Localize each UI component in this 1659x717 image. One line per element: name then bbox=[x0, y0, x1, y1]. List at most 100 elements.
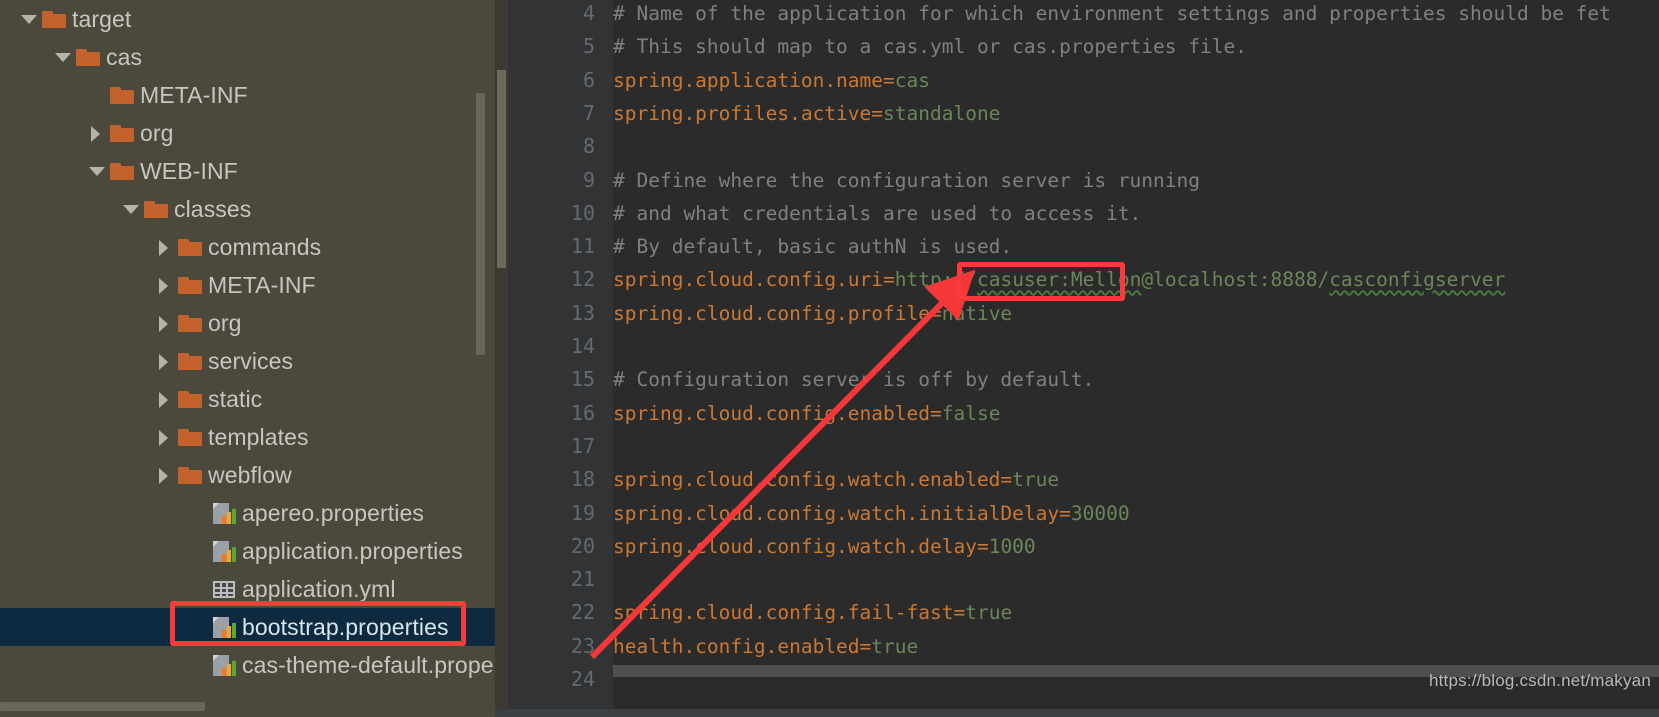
chevron-right-icon[interactable] bbox=[154, 342, 176, 380]
file-tree-item[interactable]: cas-theme-default.proper bbox=[0, 646, 495, 684]
twisty-spacer bbox=[86, 76, 108, 114]
line-text[interactable]: spring.application.name=cas bbox=[613, 64, 930, 97]
line-number: 23 bbox=[570, 633, 595, 658]
code-editor[interactable]: 4 # Name of the application for which env… bbox=[495, 0, 1659, 717]
file-tree-horizontal-scrollbar[interactable] bbox=[0, 702, 205, 711]
code-token-key: spring.cloud.config.uri bbox=[613, 268, 884, 292]
file-tree-item[interactable]: classes bbox=[0, 190, 495, 228]
file-tree-item[interactable]: META-INF bbox=[0, 266, 495, 304]
project-file-tree[interactable]: target cas META-INF org WEB-INF classes comman… bbox=[0, 0, 495, 717]
code-line[interactable]: 23 health.config.enabled=true bbox=[495, 630, 1659, 663]
file-tree-item[interactable]: webflow bbox=[0, 456, 495, 494]
code-line[interactable]: 4 # Name of the application for which env… bbox=[495, 0, 1659, 30]
line-number: 12 bbox=[570, 267, 595, 292]
line-number: 8 bbox=[582, 134, 595, 159]
line-number: 11 bbox=[570, 234, 595, 259]
chevron-right-icon[interactable] bbox=[154, 418, 176, 456]
code-line[interactable]: 7 spring.profiles.active=standalone bbox=[495, 97, 1659, 130]
line-number: 14 bbox=[570, 334, 595, 358]
code-token-eq: = bbox=[883, 68, 895, 92]
code-line[interactable]: 17 bbox=[495, 430, 1659, 463]
file-tree-item-label: static bbox=[208, 385, 263, 412]
file-tree-item[interactable]: WEB-INF bbox=[0, 152, 495, 190]
code-line[interactable]: 18 spring.cloud.config.watch.enabled=true bbox=[495, 463, 1659, 496]
file-tree-item-label: services bbox=[208, 347, 294, 374]
twisty-spacer bbox=[188, 532, 210, 570]
chevron-right-icon[interactable] bbox=[154, 304, 176, 342]
twisty-spacer bbox=[188, 646, 210, 684]
file-tree-item[interactable]: services bbox=[0, 342, 495, 380]
line-text[interactable]: # By default, basic authN is used. bbox=[613, 230, 1012, 263]
code-line[interactable]: 21 bbox=[495, 563, 1659, 596]
code-token-comment: # Name of the application for which envi… bbox=[613, 2, 1611, 25]
code-token-comment: # Define where the configuration server … bbox=[613, 168, 1200, 192]
line-text[interactable]: # and what credentials are used to acces… bbox=[613, 197, 1141, 230]
file-tree-item[interactable]: apereo.properties bbox=[0, 494, 495, 532]
code-line[interactable]: 20 spring.cloud.config.watch.delay=1000 bbox=[495, 530, 1659, 563]
code-token-key: spring.cloud.config.fail-fast bbox=[613, 601, 954, 625]
chevron-right-icon[interactable] bbox=[154, 266, 176, 304]
code-line[interactable]: 8 bbox=[495, 130, 1659, 163]
code-token-eq: = bbox=[929, 301, 942, 325]
chevron-right-icon[interactable] bbox=[86, 114, 108, 152]
chevron-down-icon[interactable] bbox=[120, 190, 142, 228]
line-number: 22 bbox=[570, 600, 595, 625]
line-text[interactable]: # This should map to a cas.yml or cas.pr… bbox=[613, 30, 1247, 63]
code-token-comment: # By default, basic authN is used. bbox=[613, 235, 1013, 259]
file-tree-vertical-scrollbar[interactable] bbox=[476, 93, 485, 355]
line-text[interactable]: spring.cloud.config.watch.initialDelay=3… bbox=[613, 497, 1130, 530]
code-token-eq: = bbox=[929, 401, 942, 425]
code-line[interactable]: 13 spring.cloud.config.profile=native bbox=[495, 297, 1659, 330]
file-tree-item[interactable]: org bbox=[0, 304, 495, 342]
file-tree-item[interactable]: META-INF bbox=[0, 76, 495, 114]
file-tree-item[interactable]: static bbox=[0, 380, 495, 418]
line-text[interactable]: # Name of the application for which envi… bbox=[613, 0, 1611, 30]
file-tree-item[interactable]: application.properties bbox=[0, 532, 495, 570]
line-text[interactable]: spring.cloud.config.fail-fast=true bbox=[613, 596, 1012, 629]
code-line[interactable]: 11 # By default, basic authN is used. bbox=[495, 230, 1659, 263]
line-text[interactable]: spring.cloud.config.watch.delay=1000 bbox=[613, 530, 1036, 563]
code-line[interactable]: 22 spring.cloud.config.fail-fast=true bbox=[495, 596, 1659, 629]
file-tree-item[interactable]: org bbox=[0, 114, 495, 152]
folder-icon bbox=[176, 304, 206, 342]
chevron-down-icon[interactable] bbox=[18, 0, 40, 38]
line-text[interactable]: # Define where the configuration server … bbox=[613, 164, 1200, 197]
line-text[interactable]: spring.cloud.config.profile=native bbox=[613, 297, 1012, 330]
code-token-key: spring.cloud.config.profile bbox=[613, 301, 930, 325]
code-token-key: spring.profiles.active bbox=[613, 101, 872, 125]
line-text[interactable]: spring.profiles.active=standalone bbox=[613, 97, 1000, 130]
line-number: 17 bbox=[570, 433, 595, 458]
file-tree-item[interactable]: application.yml bbox=[0, 570, 495, 608]
code-line[interactable]: 16 spring.cloud.config.enabled=false bbox=[495, 397, 1659, 430]
code-token-eq: = bbox=[871, 101, 884, 125]
file-tree-item[interactable]: cas bbox=[0, 38, 495, 76]
chevron-right-icon[interactable] bbox=[154, 380, 176, 418]
line-text[interactable]: spring.cloud.config.enabled=false bbox=[613, 397, 1000, 430]
properties-file-icon bbox=[210, 532, 240, 570]
code-line[interactable]: 10 # and what credentials are used to acc… bbox=[495, 197, 1659, 230]
file-tree-item[interactable]: templates bbox=[0, 418, 495, 456]
code-line[interactable]: 19 spring.cloud.config.watch.initialDelay… bbox=[495, 497, 1659, 530]
code-line[interactable]: 6 spring.application.name=cas bbox=[495, 64, 1659, 97]
line-text[interactable]: health.config.enabled=true bbox=[613, 630, 918, 663]
code-line[interactable]: 14 bbox=[495, 330, 1659, 363]
code-token-val-squiggle: casuser:Mellon bbox=[976, 268, 1142, 292]
code-line[interactable]: 9 # Define where the configuration server… bbox=[495, 164, 1659, 197]
chevron-right-icon[interactable] bbox=[154, 456, 176, 494]
code-line[interactable]: 5 # This should map to a cas.yml or cas.p… bbox=[495, 30, 1659, 63]
file-tree-item-selected[interactable]: bootstrap.properties bbox=[0, 608, 495, 646]
code-line[interactable]: 12 spring.cloud.config.uri=http://casuser… bbox=[495, 263, 1659, 296]
line-text[interactable]: # Configuration server is off by default… bbox=[613, 363, 1094, 396]
file-tree-item[interactable]: target bbox=[0, 0, 495, 38]
file-tree-item-label: templates bbox=[208, 423, 309, 450]
chevron-down-icon[interactable] bbox=[86, 152, 108, 190]
line-text[interactable]: spring.cloud.config.uri=http://casuser:M… bbox=[613, 263, 1505, 296]
file-tree-item-label: application.properties bbox=[242, 537, 463, 564]
chevron-right-icon[interactable] bbox=[154, 228, 176, 266]
code-line[interactable]: 15 # Configuration server is off by defau… bbox=[495, 363, 1659, 396]
code-token-val: native bbox=[941, 301, 1013, 325]
line-text[interactable]: spring.cloud.config.watch.enabled=true bbox=[613, 463, 1059, 496]
file-tree-item[interactable]: commands bbox=[0, 228, 495, 266]
file-tree-item-label: apereo.properties bbox=[242, 499, 424, 526]
chevron-down-icon[interactable] bbox=[52, 38, 74, 76]
